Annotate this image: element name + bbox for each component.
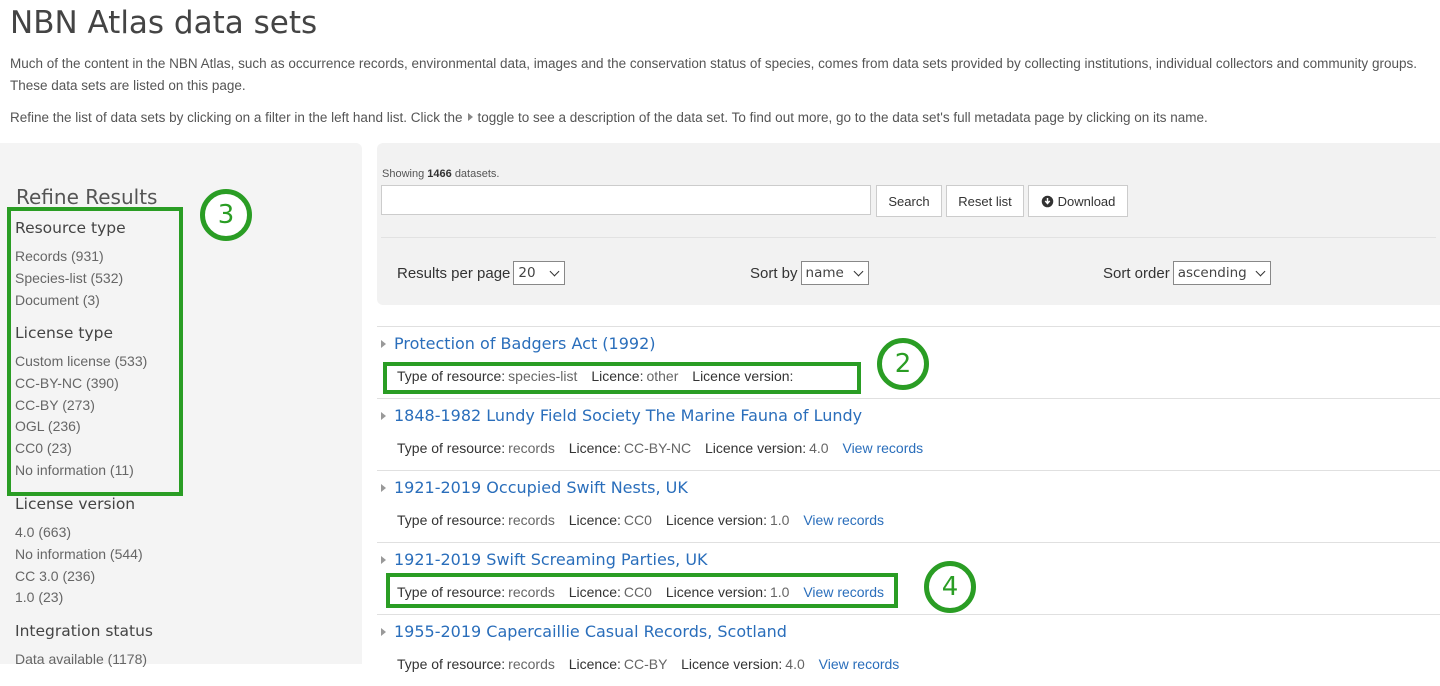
results-per-page-control: Results per page 20: [397, 261, 566, 285]
annotation-badge-2: 2: [877, 338, 929, 390]
reset-list-button[interactable]: Reset list: [946, 185, 1024, 217]
view-records-link[interactable]: View records: [819, 656, 900, 672]
annotation-badge-4: 4: [924, 561, 976, 613]
expand-toggle-icon[interactable]: [381, 556, 386, 564]
facet-item[interactable]: 4.0 (663): [15, 522, 143, 544]
annotation-highlight-facets: [7, 207, 183, 496]
annotation-highlight-meta-4: [386, 573, 898, 608]
chevron-down-icon: [549, 266, 560, 276]
dataset-meta: Type of resource: records Licence: CC-BY-N…: [397, 440, 924, 456]
dataset-title-link[interactable]: 1921-2019 Swift Screaming Parties, UK: [381, 550, 708, 569]
toggle-triangle-icon: [468, 113, 474, 121]
search-controls-panel: Showing 1466 datasets. Search Reset list…: [377, 143, 1440, 305]
dataset-title-link[interactable]: 1848-1982 Lundy Field Society The Marine…: [381, 406, 862, 425]
sort-order-select[interactable]: ascending: [1172, 261, 1271, 285]
expand-toggle-icon[interactable]: [381, 412, 386, 420]
sort-order-control: Sort order ascending: [1103, 261, 1271, 285]
facet-item[interactable]: CC 3.0 (236): [15, 566, 143, 588]
results-per-page-select[interactable]: 20: [513, 261, 566, 285]
dataset-meta: Type of resource: records Licence: CC-BY L…: [397, 656, 900, 672]
panel-divider: [381, 237, 1436, 238]
facet-item[interactable]: Data available (1178): [15, 649, 153, 671]
chevron-down-icon: [1255, 266, 1266, 276]
annotation-highlight-meta-1: [383, 362, 861, 394]
dataset-row: 1848-1982 Lundy Field Society The Marine…: [377, 398, 1440, 470]
facet-heading: Integration status: [15, 622, 153, 640]
dataset-title-link[interactable]: 1921-2019 Occupied Swift Nests, UK: [381, 478, 688, 497]
instructions-text: Refine the list of data sets by clicking…: [10, 110, 1208, 125]
view-records-link[interactable]: View records: [842, 440, 923, 456]
facet-item[interactable]: No information (544): [15, 544, 143, 566]
download-button[interactable]: Download: [1028, 185, 1128, 217]
search-button[interactable]: Search: [876, 185, 942, 217]
annotation-badge-3: 3: [200, 189, 252, 241]
view-records-link[interactable]: View records: [803, 512, 884, 528]
facet-license-version: License version 4.0 (663) No information…: [15, 494, 143, 609]
dataset-meta: Type of resource: records Licence: CC0 Lic…: [397, 512, 885, 528]
search-input[interactable]: [381, 185, 871, 215]
refine-results-title: Refine Results: [16, 185, 158, 209]
expand-toggle-icon[interactable]: [381, 484, 386, 492]
facet-heading: License version: [15, 495, 136, 513]
facet-item[interactable]: 1.0 (23): [15, 587, 143, 609]
intro-text: Much of the content in the NBN Atlas, su…: [10, 56, 1417, 93]
dataset-row: 1921-2019 Occupied Swift Nests, UK Type …: [377, 470, 1440, 542]
expand-toggle-icon[interactable]: [381, 628, 386, 636]
dataset-row: 1955-2019 Capercaillie Casual Records, S…: [377, 614, 1440, 686]
sort-by-select[interactable]: name: [800, 261, 869, 285]
dataset-title-link[interactable]: Protection of Badgers Act (1992): [381, 334, 656, 353]
expand-toggle-icon[interactable]: [381, 340, 386, 348]
page-title: NBN Atlas data sets: [10, 5, 318, 41]
dataset-count: Showing 1466 datasets.: [382, 168, 500, 180]
sort-by-control: Sort by name: [750, 261, 869, 285]
dataset-title-link[interactable]: 1955-2019 Capercaillie Casual Records, S…: [381, 622, 787, 641]
facet-integration-status: Integration status Data available (1178): [15, 621, 153, 671]
chevron-down-icon: [853, 266, 863, 276]
download-icon: [1041, 195, 1053, 207]
